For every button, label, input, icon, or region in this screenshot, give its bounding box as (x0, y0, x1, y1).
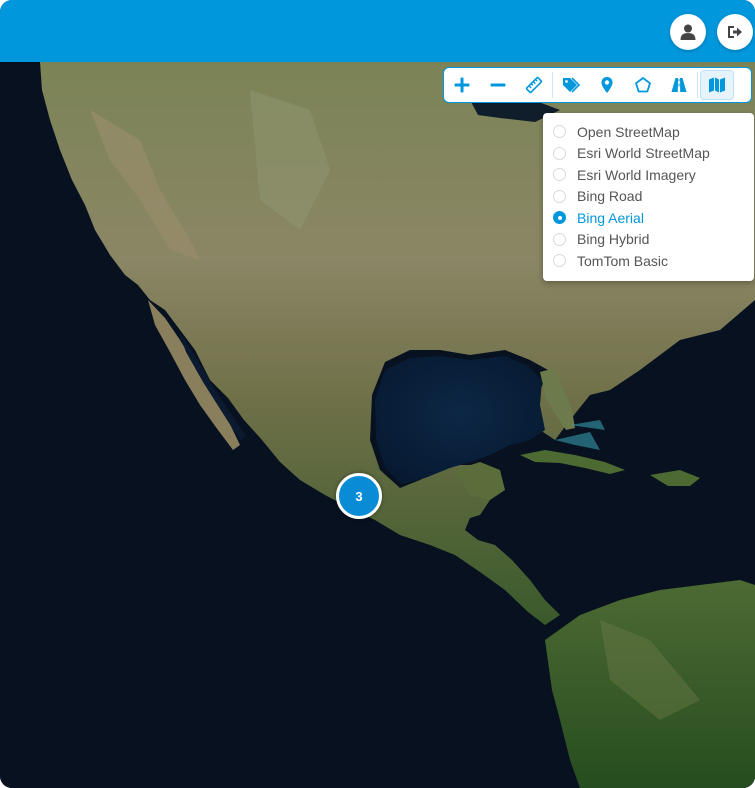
plus-icon (454, 77, 470, 93)
layer-option-open-streetmap[interactable]: Open StreetMap (543, 121, 754, 143)
minus-icon (490, 83, 506, 87)
road-icon (671, 78, 687, 92)
layer-option-label: Bing Hybrid (577, 231, 650, 248)
road-button[interactable] (661, 68, 697, 102)
layers-button[interactable] (700, 70, 734, 100)
zoom-out-button[interactable] (480, 68, 516, 102)
map-pin-icon (601, 77, 613, 93)
map-toolbar (443, 67, 752, 103)
layer-option-label: Bing Road (577, 188, 643, 205)
zoom-in-button[interactable] (444, 68, 480, 102)
layer-option-tomtom-basic[interactable]: TomTom Basic (543, 250, 754, 272)
radio-button[interactable] (553, 189, 566, 203)
map-app: Open StreetMap Esri World StreetMap Esri… (0, 0, 755, 788)
sign-out-icon (728, 26, 742, 38)
toolbar-divider (697, 72, 698, 98)
layer-option-esri-world-streetmap[interactable]: Esri World StreetMap (543, 143, 754, 165)
radio-button[interactable] (553, 232, 566, 246)
radio-button[interactable] (553, 146, 566, 160)
measure-button[interactable] (516, 68, 552, 102)
tags-button[interactable] (553, 68, 589, 102)
layer-option-bing-aerial[interactable]: Bing Aerial (543, 207, 754, 229)
basemap-layer-panel: Open StreetMap Esri World StreetMap Esri… (543, 113, 754, 281)
layer-option-label: Open StreetMap (577, 123, 680, 140)
logout-button[interactable] (717, 14, 753, 50)
user-icon (680, 24, 696, 40)
layer-option-bing-road[interactable]: Bing Road (543, 186, 754, 208)
cluster-count: 3 (355, 488, 363, 504)
pentagon-icon (635, 77, 651, 93)
radio-button-selected[interactable] (553, 211, 566, 225)
layer-option-label: Bing Aerial (577, 209, 644, 226)
radio-button[interactable] (553, 125, 566, 139)
ruler-icon (525, 76, 543, 94)
layer-option-label: Esri World StreetMap (577, 145, 710, 162)
layer-option-label: Esri World Imagery (577, 166, 696, 183)
radio-button[interactable] (553, 254, 566, 268)
marker-button[interactable] (589, 68, 625, 102)
draw-polygon-button[interactable] (625, 68, 661, 102)
layer-option-esri-world-imagery[interactable]: Esri World Imagery (543, 164, 754, 186)
user-profile-button[interactable] (670, 14, 706, 50)
marker-cluster[interactable]: 3 (336, 473, 382, 519)
layer-option-bing-hybrid[interactable]: Bing Hybrid (543, 229, 754, 251)
layer-option-label: TomTom Basic (577, 252, 669, 269)
radio-button[interactable] (553, 168, 566, 182)
app-header (0, 0, 755, 62)
map-icon (709, 77, 725, 93)
tags-icon (563, 77, 580, 93)
